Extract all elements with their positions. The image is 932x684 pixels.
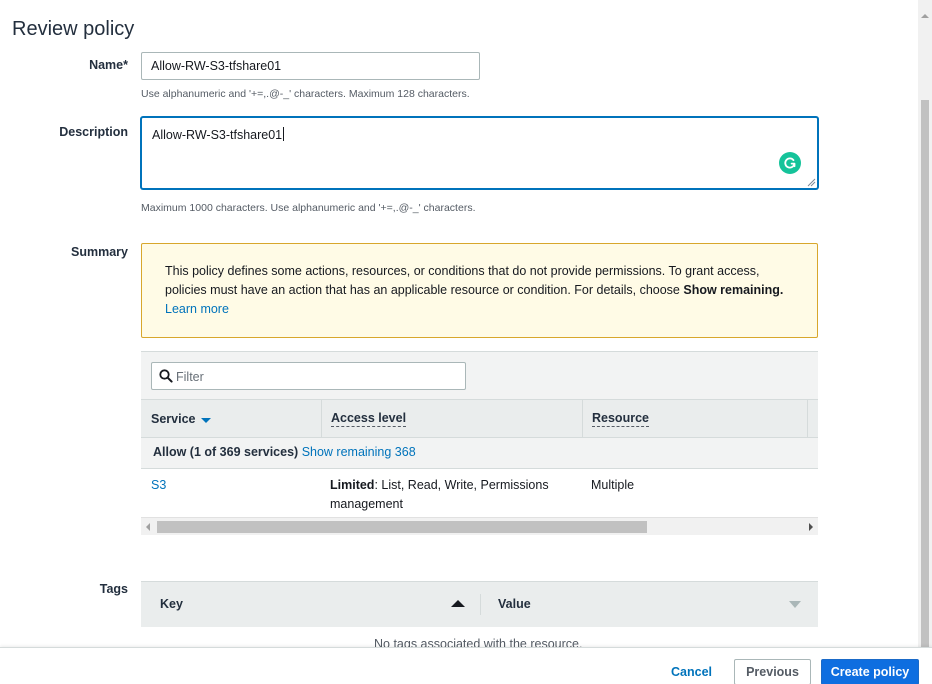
- tags-value-header[interactable]: Value: [498, 597, 531, 611]
- name-input[interactable]: [141, 52, 480, 80]
- horizontal-scrollbar[interactable]: [141, 517, 818, 535]
- vertical-scrollbar[interactable]: [918, 0, 932, 647]
- allow-group-label: Allow (1 of 369 services): [153, 445, 299, 459]
- cancel-button[interactable]: Cancel: [664, 659, 719, 684]
- scroll-left-icon[interactable]: [146, 523, 150, 531]
- scrollbar-thumb[interactable]: [921, 100, 929, 647]
- scrollbar-thumb[interactable]: [157, 521, 647, 533]
- show-remaining-link[interactable]: Show remaining 368: [302, 445, 416, 459]
- grammarly-icon[interactable]: [779, 152, 801, 174]
- filter-placeholder: Filter: [176, 370, 204, 384]
- warning-text: This policy defines some actions, resour…: [165, 264, 760, 297]
- name-hint: Use alphanumeric and '+=,.@-_' character…: [141, 88, 470, 100]
- access-level-cell: Limited: List, Read, Write, Permissions m…: [330, 478, 549, 511]
- text-caret: [283, 127, 285, 141]
- scroll-up-icon[interactable]: [921, 14, 929, 18]
- tags-key-header[interactable]: Key: [160, 597, 183, 611]
- description-label: Description: [59, 125, 128, 139]
- warning-alert: This policy defines some actions, resour…: [141, 243, 818, 338]
- previous-button[interactable]: Previous: [734, 659, 811, 684]
- footer-bar: Cancel Previous Create policy: [0, 647, 932, 684]
- name-label: Name*: [89, 58, 128, 72]
- description-value: Allow-RW-S3-tfshare01: [152, 127, 285, 142]
- sort-ascending-icon[interactable]: [451, 600, 465, 607]
- warning-bold: Show remaining.: [683, 283, 784, 297]
- column-access-level[interactable]: Access level: [321, 400, 582, 438]
- create-policy-button[interactable]: Create policy: [821, 659, 919, 684]
- policy-summary-table: Filter Service Access level Resource All…: [141, 351, 818, 535]
- description-hint: Maximum 1000 characters. Use alphanumeri…: [141, 202, 476, 214]
- column-resource[interactable]: Resource: [582, 400, 807, 438]
- tags-label: Tags: [99, 582, 128, 596]
- column-divider[interactable]: [807, 400, 808, 438]
- scroll-right-icon[interactable]: [809, 523, 813, 531]
- sort-descending-icon: [201, 417, 212, 423]
- summary-label: Summary: [71, 245, 128, 259]
- description-textarea[interactable]: Allow-RW-S3-tfshare01: [141, 117, 818, 189]
- service-link-s3[interactable]: S3: [151, 476, 166, 495]
- page-title: Review policy: [12, 18, 135, 40]
- table-row: S3 Limited: List, Read, Write, Permissio…: [141, 469, 818, 517]
- search-icon: [159, 369, 173, 383]
- resize-grip-icon[interactable]: [807, 178, 816, 187]
- sort-descending-icon[interactable]: [789, 601, 801, 608]
- filter-input[interactable]: Filter: [151, 362, 466, 390]
- learn-more-link[interactable]: Learn more: [165, 302, 229, 316]
- allow-group-row: Allow (1 of 369 services) Show remaining…: [141, 438, 818, 469]
- table-header: Service Access level Resource: [141, 399, 818, 438]
- column-service[interactable]: Service: [141, 400, 321, 438]
- column-divider: [480, 594, 481, 615]
- filter-bar: Filter: [141, 352, 818, 399]
- tags-table-header: Key Value: [141, 581, 818, 627]
- resource-cell: Multiple: [591, 478, 635, 492]
